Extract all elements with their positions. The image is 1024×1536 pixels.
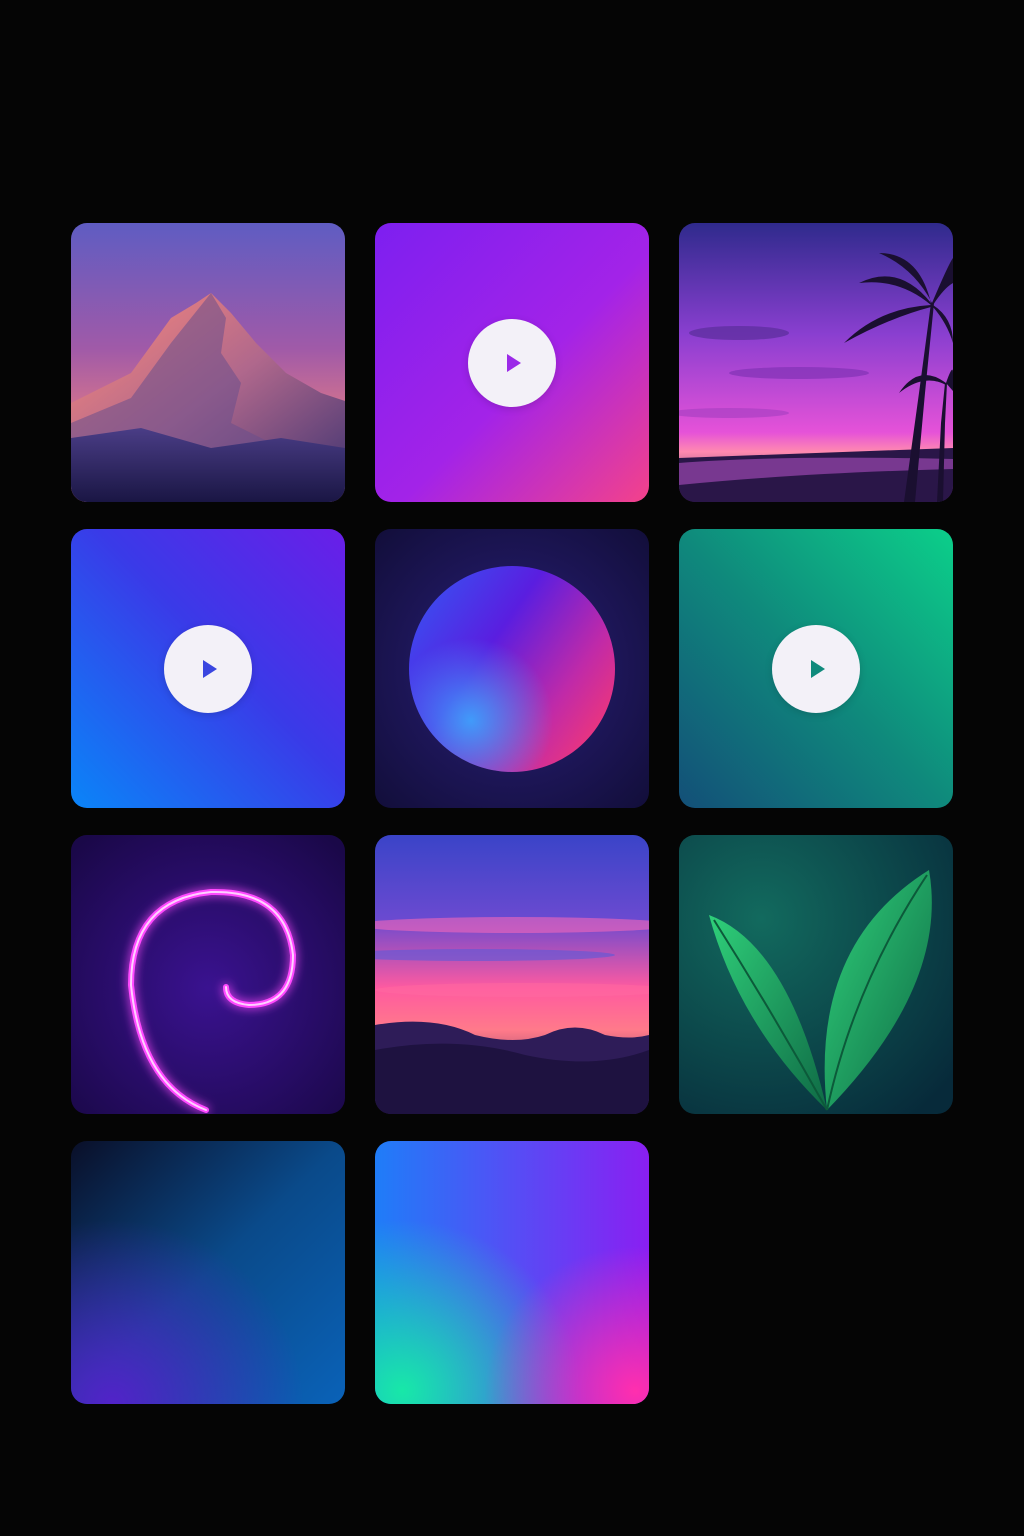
- gradient-icon: [71, 1141, 345, 1404]
- gallery-tile-palm-beach[interactable]: [679, 223, 953, 502]
- gallery-tile-sunset-hills[interactable]: [375, 835, 649, 1114]
- leaf-icon: [679, 835, 953, 1114]
- gallery-tile-gradient-dark[interactable]: [71, 1141, 345, 1404]
- gallery-tile-neon-swirl[interactable]: [71, 835, 345, 1114]
- gallery-tile-video-green[interactable]: [679, 529, 953, 808]
- orb-icon: [375, 529, 649, 808]
- media-gallery-grid: [71, 223, 953, 1404]
- play-button[interactable]: [772, 624, 860, 713]
- play-button[interactable]: [164, 624, 252, 713]
- gradient-icon: [375, 1141, 649, 1404]
- gallery-tile-orb[interactable]: [375, 529, 649, 808]
- gallery-tile-video-purple[interactable]: [375, 223, 649, 502]
- gallery-tile-leaf[interactable]: [679, 835, 953, 1114]
- gallery-tile-mountain[interactable]: [71, 223, 345, 502]
- mountain-icon: [71, 223, 345, 502]
- gallery-tile-video-blue[interactable]: [71, 529, 345, 808]
- play-icon: [203, 659, 217, 678]
- neon-swirl-icon: [71, 835, 345, 1114]
- palm-beach-icon: [679, 223, 953, 502]
- play-icon: [811, 659, 825, 678]
- gallery-tile-gradient-vivid[interactable]: [375, 1141, 649, 1404]
- play-button[interactable]: [468, 318, 556, 407]
- sunset-hills-icon: [375, 835, 649, 1114]
- play-icon: [507, 353, 521, 372]
